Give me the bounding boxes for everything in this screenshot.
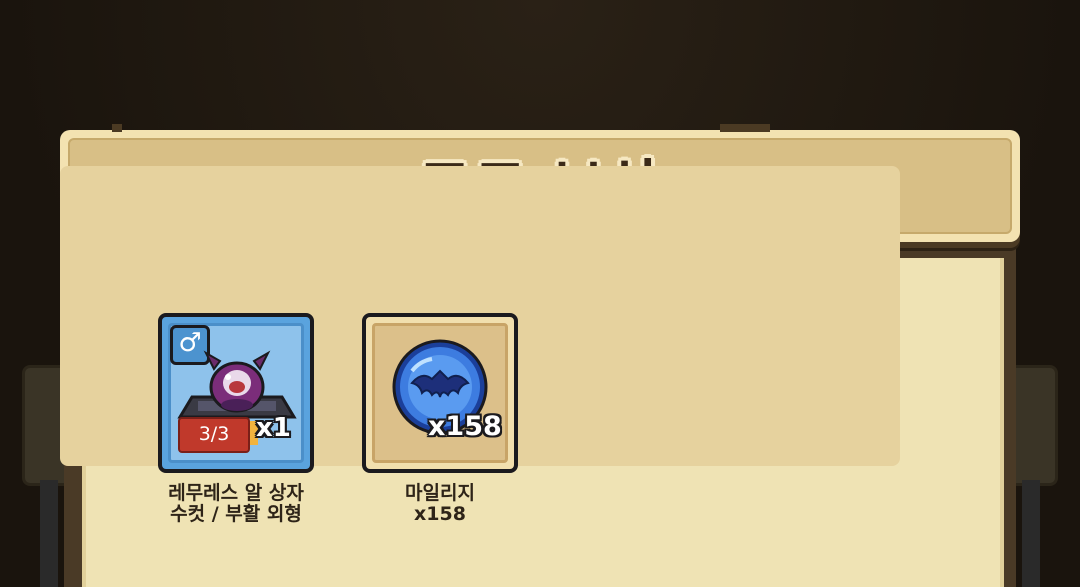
item-label: 레무레스 알 상자 수컷 / 부활 외형	[158, 483, 314, 525]
stage-badge: 3/3	[178, 417, 250, 453]
item-label-line2: x158	[414, 503, 466, 525]
header-tick	[720, 124, 770, 132]
mileage-coin-icon	[392, 339, 488, 435]
header-tick	[112, 124, 122, 132]
game-screen: 코드 보상 ♂ 3/3 x1	[0, 0, 1080, 587]
left-post	[40, 480, 58, 587]
item-count: x1	[256, 413, 291, 443]
item-count: x158	[428, 411, 502, 442]
item-label: 마일리지 x158	[362, 483, 518, 525]
reward-item-egg-box[interactable]: ♂ 3/3 x1 레무레스 알 상자 수컷 / 부활 외형	[158, 313, 314, 525]
reward-item-mileage[interactable]: x158 마일리지 x158	[362, 313, 518, 525]
item-label-line2: 수컷 / 부활 외형	[170, 503, 302, 525]
item-label-line1: 레무레스 알 상자	[168, 482, 304, 504]
item-label-line1: 마일리지	[405, 482, 475, 504]
item-frame[interactable]: ♂ 3/3 x1	[158, 313, 314, 473]
item-frame[interactable]: x158	[362, 313, 518, 473]
right-post	[1022, 480, 1040, 587]
